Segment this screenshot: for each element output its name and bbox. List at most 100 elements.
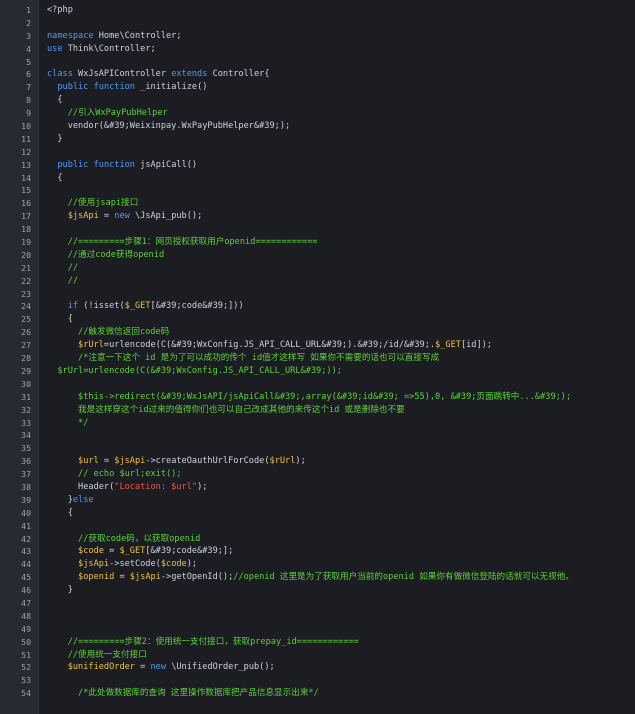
code-line[interactable]: 29 $rUrl=urlencode(C(&#39;WxConfig.JS_AP… (0, 365, 635, 378)
code-line[interactable]: 18 (0, 223, 635, 236)
line-code: use Think\Controller; (47, 43, 635, 56)
code-token: ->createOauthUrlForCode( (145, 456, 270, 467)
code-line[interactable]: 50 //=========步骤2：使用统一支付接口，获取prepay_id==… (0, 636, 635, 649)
line-code: $openid = $jsApi->getOpenId();//openid 这… (47, 571, 635, 584)
code-line[interactable]: 34 (0, 429, 635, 442)
line-code: $code = $_GET[&#39;code&#39;]; (47, 545, 635, 558)
code-line[interactable]: 8 { (0, 94, 635, 107)
code-line[interactable]: 1 <?php (0, 4, 635, 17)
code-line[interactable]: 7 public function _initialize() (0, 81, 635, 94)
code-line[interactable]: 2 (0, 17, 635, 30)
line-number: 51 (21, 649, 31, 660)
code-line[interactable]: 36 $url = $jsApi->createOauthUrlForCode(… (0, 455, 635, 468)
code-line[interactable]: 30 (0, 378, 635, 391)
code-line[interactable]: 27 $rUrl=urlencode(C(&#39;WxConfig.JS_AP… (0, 339, 635, 352)
code-line[interactable]: 16 //使用jsapi接口 (0, 197, 635, 210)
code-line[interactable]: 33 */ (0, 417, 635, 430)
line-number: 23 (21, 288, 31, 299)
code-editor[interactable]: 1 <?php 2 3 namespace Home\Controller; 4 use T… (0, 0, 635, 714)
line-number: 1 (26, 5, 31, 15)
line-number: 44 (21, 559, 31, 570)
keyword-token: class (47, 69, 73, 80)
code-line[interactable]: 28 /*注意一下这个 id 是为了可以成功的传个 id值才这样写 如果你不需要… (0, 352, 635, 365)
line-code: // (47, 262, 635, 275)
keyword-token: public (57, 159, 89, 170)
code-line[interactable]: 12 (0, 146, 635, 159)
line-number: 45 (21, 572, 31, 583)
code-line[interactable]: 49 (0, 623, 635, 636)
code-line[interactable]: 43 $code = $_GET[&#39;code&#39;]; (0, 545, 635, 558)
code-line[interactable]: 35 (0, 442, 635, 455)
code-line[interactable]: 54 /*此处做数据库的查询 这里操作数据库把产品信息显示出来*/ (0, 687, 635, 700)
code-line[interactable]: 40 { (0, 507, 635, 520)
code-line[interactable]: 48 (0, 610, 635, 623)
line-code: $rUrl=urlencode(C(&#39;WxConfig.JS_API_C… (47, 339, 635, 352)
code-token: { (47, 172, 63, 183)
code-line[interactable]: 23 (0, 288, 635, 301)
code-line[interactable]: 15 (0, 184, 635, 197)
code-line[interactable]: 3 namespace Home\Controller; (0, 30, 635, 43)
code-line[interactable]: 26 //触发微信返回code码 (0, 326, 635, 339)
line-number: 47 (21, 597, 31, 608)
code-line[interactable]: 20 //通过code获得openid (0, 249, 635, 262)
code-line[interactable]: 47 (0, 597, 635, 610)
code-token: = (98, 456, 115, 467)
line-code: } (47, 133, 635, 146)
code-line[interactable]: 41 (0, 520, 635, 533)
code-line[interactable]: 51 //使用统一支付接口 (0, 649, 635, 662)
line-number: 50 (21, 636, 31, 647)
code-line[interactable]: 10 vendor(&#39;Weixinpay.WxPayPubHelper&… (0, 120, 635, 133)
code-line[interactable]: 13 public function jsApiCall() (0, 159, 635, 172)
code-token: Controller{ (207, 69, 270, 80)
code-line[interactable]: 52 $unifiedOrder = new \UnifiedOrder_pub… (0, 661, 635, 674)
code-line[interactable]: 14 { (0, 172, 635, 185)
line-code: //使用统一支付接口 (47, 649, 635, 662)
code-token: (!isset( (78, 301, 125, 312)
line-code: vendor(&#39;Weixinpay.WxPayPubHelper&#39… (47, 120, 635, 133)
variable-token: $url (78, 456, 99, 467)
code-line[interactable]: 32 我是这样穿这个id过来的值得你们也可以自己改成其他的来传这个id 或是删除… (0, 404, 635, 417)
line-number: 4 (26, 43, 31, 54)
code-token: } (47, 133, 63, 144)
code-line[interactable]: 38 Header("Location: $url"); (0, 481, 635, 494)
code-line[interactable]: 5 (0, 56, 635, 69)
code-line[interactable]: 6 class WxJsAPIController extends Control… (0, 68, 635, 81)
line-number: 21 (21, 262, 31, 273)
code-line[interactable]: 22 // (0, 275, 635, 288)
line-number: 19 (21, 237, 31, 248)
code-token: [&#39;code&#39;])) (150, 301, 244, 312)
code-line[interactable]: 42 //获取code码，以获取openid (0, 533, 635, 546)
code-line[interactable]: 37 // echo $url;exit(); (0, 468, 635, 481)
keyword-token: function (93, 82, 135, 93)
line-number: 10 (21, 121, 31, 132)
code-line[interactable]: 44 $jsApi->setCode($code); (0, 558, 635, 571)
code-line[interactable]: 25 { (0, 313, 635, 326)
code-line[interactable]: 45 $openid = $jsApi->getOpenId();//openi… (0, 571, 635, 584)
code-line[interactable]: 31 $this->redirect(&#39;WxJsAPI/jsApiCal… (0, 391, 635, 404)
code-area[interactable]: 1 <?php 2 3 namespace Home\Controller; 4 use T… (0, 4, 635, 700)
code-token: } (47, 494, 73, 505)
code-line[interactable]: 21 // (0, 262, 635, 275)
code-token: ->setCode( (109, 559, 161, 570)
code-line[interactable]: 19 //=========步骤1：网页授权获取用户openid========… (0, 236, 635, 249)
code-line[interactable]: 9 //引入WxPayPubHelper (0, 107, 635, 120)
code-line[interactable]: 39 }else (0, 494, 635, 507)
code-line[interactable]: 17 $jsApi = new \JsApi_pub(); (0, 210, 635, 223)
code-line[interactable]: 53 (0, 674, 635, 687)
line-number: 27 (21, 340, 31, 351)
code-line[interactable]: 46 } (0, 584, 635, 597)
code-token: =urlencode(C(&#39;WxConfig.JS_API_CALL_U… (103, 340, 436, 351)
code-line[interactable]: 24 if (!isset($_GET[&#39;code&#39;])) (0, 300, 635, 313)
code-line[interactable]: 11 } (0, 133, 635, 146)
code-line[interactable]: 4 use Think\Controller; (0, 43, 635, 56)
line-number: 35 (21, 443, 31, 454)
